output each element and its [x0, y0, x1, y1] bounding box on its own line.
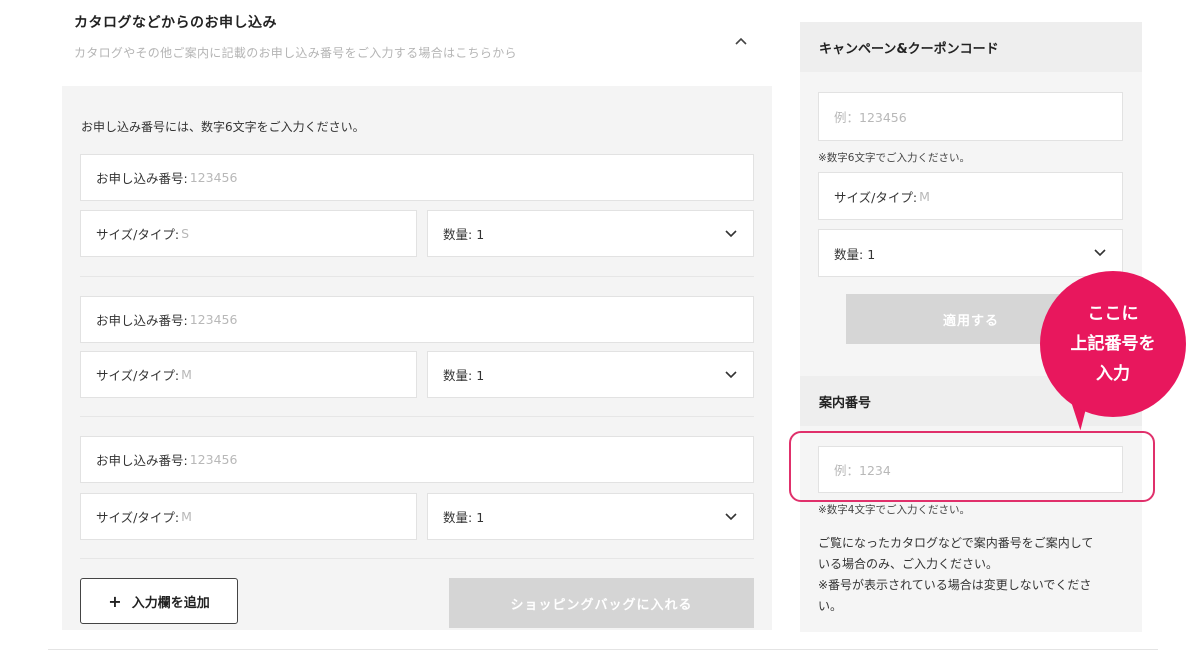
guide-description-line: いる場合のみ、ご入力ください。 [818, 557, 999, 571]
chevron-down-icon [725, 229, 737, 237]
add-to-bag-button[interactable]: ショッピングバッグに入れる [449, 578, 754, 628]
guide-number-note: ※数字4文字でご入力ください。 [818, 504, 970, 516]
size-type-value: S [181, 226, 189, 241]
chevron-down-icon [725, 370, 737, 378]
callout-bubble: ここに 上記番号を 入力 [1040, 271, 1186, 417]
campaign-size-value: M [919, 188, 930, 204]
guide-description-line: ご覧になったカタログなどで案内番号をご案内して [818, 536, 1094, 550]
section-title: カタログなどからのお申し込み [74, 15, 277, 31]
order-number-hint: お申し込み番号には、数字6文字をご入力ください。 [81, 120, 365, 134]
guide-description: ご覧になったカタログなどで案内番号をご案内して いる場合のみ、ご入力ください。 … [818, 533, 1128, 617]
campaign-quantity-value: 1 [867, 246, 876, 262]
coupon-code-note: ※数字6文字でご入力ください。 [818, 152, 970, 164]
order-number-label: お申し込み番号: [96, 453, 188, 468]
size-type-label: サイズ/タイプ: [96, 227, 180, 242]
campaign-size-input[interactable]: サイズ/タイプ: M [818, 172, 1123, 220]
quantity-label: 数量: [443, 227, 473, 242]
order-number-placeholder: 123456 [189, 170, 238, 185]
row-divider [80, 276, 754, 277]
quantity-value: 1 [476, 368, 485, 383]
campaign-quantity-select[interactable]: 数量: 1 [818, 229, 1123, 277]
size-type-value: M [181, 367, 192, 382]
callout-line: 上記番号を [1070, 334, 1156, 354]
coupon-code-input[interactable]: 例：123456 [818, 92, 1123, 141]
order-number-input[interactable]: お申し込み番号: 123456 [80, 154, 754, 201]
row-divider [80, 416, 754, 417]
order-number-placeholder: 123456 [189, 312, 238, 327]
size-type-input[interactable]: サイズ/タイプ: M [80, 493, 417, 540]
add-input-row-label: 入力欄を追加 [131, 595, 210, 611]
chevron-down-icon [725, 512, 737, 520]
section-subtitle: カタログやその他ご案内に記載のお申し込み番号をご入力する場合はこちらから [74, 46, 517, 60]
quantity-select[interactable]: 数量: 1 [427, 493, 754, 540]
guide-description-line: ※番号が表示されている場合は変更しないでくださ [818, 578, 1092, 592]
plus-icon: + [108, 591, 122, 611]
quantity-value: 1 [476, 510, 485, 525]
order-number-label: お申し込み番号: [96, 313, 188, 328]
order-number-placeholder: 123456 [189, 452, 238, 467]
callout-line: 入力 [1096, 364, 1130, 384]
quantity-select[interactable]: 数量: 1 [427, 351, 754, 398]
order-number-input[interactable]: お申し込み番号: 123456 [80, 296, 754, 343]
size-type-label: サイズ/タイプ: [96, 510, 180, 525]
callout-line: ここに [1087, 304, 1139, 324]
campaign-size-label: サイズ/タイプ: [834, 189, 918, 205]
bottom-divider [48, 649, 1158, 650]
coupon-code-placeholder: 例：123456 [834, 110, 907, 125]
campaign-quantity-label: 数量: [834, 246, 864, 262]
chevron-down-icon [1094, 249, 1106, 257]
campaign-header: キャンペーン&クーポンコード [800, 22, 1142, 72]
quantity-value: 1 [476, 227, 485, 242]
order-number-label: お申し込み番号: [96, 171, 188, 186]
quantity-label: 数量: [443, 510, 473, 525]
quantity-label: 数量: [443, 368, 473, 383]
size-type-label: サイズ/タイプ: [96, 368, 180, 383]
row-divider [80, 558, 754, 559]
size-type-input[interactable]: サイズ/タイプ: S [80, 210, 417, 257]
quantity-select[interactable]: 数量: 1 [427, 210, 754, 257]
chevron-up-icon [735, 37, 747, 45]
size-type-value: M [181, 509, 192, 524]
add-input-row-button[interactable]: + 入力欄を追加 [80, 578, 238, 624]
guide-input-highlight [789, 431, 1155, 502]
collapse-toggle[interactable] [730, 30, 752, 52]
order-number-input[interactable]: お申し込み番号: 123456 [80, 436, 754, 483]
guide-description-line: い。 [818, 599, 843, 613]
size-type-input[interactable]: サイズ/タイプ: M [80, 351, 417, 398]
